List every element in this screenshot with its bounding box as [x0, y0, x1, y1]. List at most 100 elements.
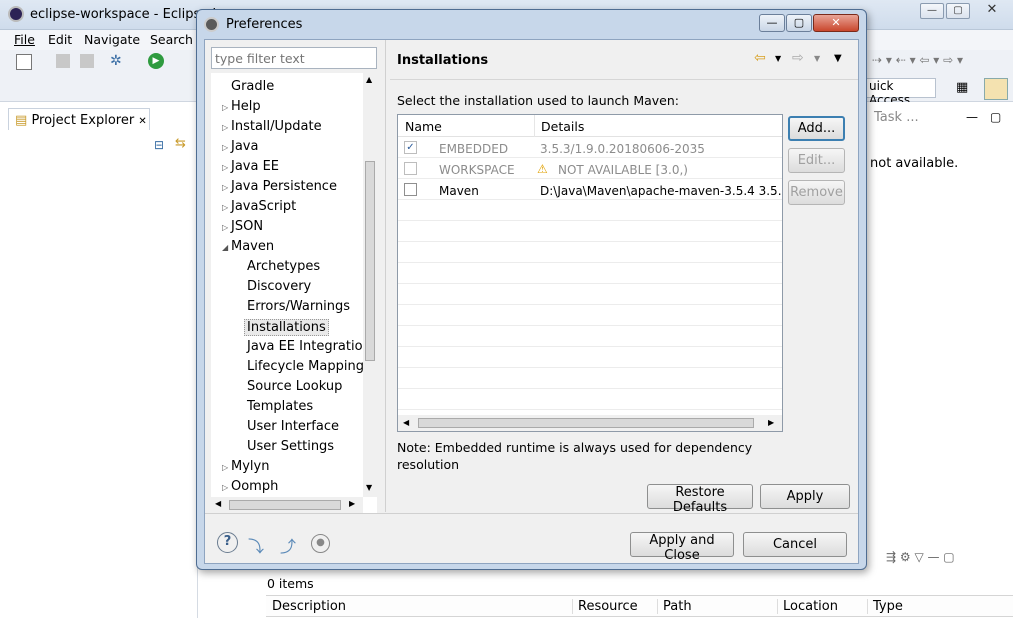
new-icon[interactable] — [16, 54, 32, 70]
row-checkbox[interactable] — [404, 183, 417, 196]
col-name[interactable]: Name — [405, 119, 442, 134]
tree-horizontal-scrollbar[interactable]: ◀ ▶ — [211, 497, 363, 513]
project-explorer-tab[interactable]: ▤ Project Explorer ✕ — [8, 108, 150, 130]
table-row[interactable]: Maven D:\Java\Maven\apache-maven-3.5.4 3.… — [398, 180, 782, 200]
tree-item-errors-warnings[interactable]: Errors/Warnings — [247, 299, 350, 314]
scroll-up-arrow-icon[interactable]: ▲ — [366, 75, 372, 84]
collapsed-arrow-icon[interactable]: ▷ — [222, 163, 228, 172]
import-icon[interactable]: ⤵ — [248, 533, 264, 557]
col-path[interactable]: Path — [657, 599, 692, 614]
scroll-thumb[interactable] — [365, 161, 375, 361]
filter-input[interactable] — [211, 47, 377, 69]
save-icon[interactable] — [56, 54, 70, 68]
view-menu-icon[interactable]: ▼ — [834, 53, 842, 64]
link-editor-icon[interactable]: ⇆ — [175, 136, 186, 151]
tree-item-discovery[interactable]: Discovery — [247, 279, 311, 294]
java-ee-perspective-icon[interactable] — [984, 78, 1008, 100]
perspective-icon[interactable]: ▦ — [956, 80, 968, 95]
bottom-view-toolbar[interactable]: ⇶ ⚙ ▽ — ▢ — [886, 550, 955, 564]
tree-item-user-interface[interactable]: User Interface — [247, 419, 339, 434]
menu-edit[interactable]: Edit — [48, 32, 72, 47]
minimize-button[interactable]: — — [920, 3, 944, 19]
menu-file[interactable]: File — [14, 32, 35, 47]
minimize-view-icon[interactable]: — — [966, 110, 978, 124]
table-row[interactable]: ✓ EMBEDDED 3.5.3/1.9.0.20180606-2035 — [398, 138, 782, 158]
table-horizontal-scrollbar[interactable]: ◀ ▶ — [398, 415, 782, 431]
col-resource[interactable]: Resource — [572, 599, 638, 614]
tree-item-gradle[interactable]: Gradle — [231, 79, 274, 94]
tree-item-java[interactable]: Java — [231, 139, 258, 154]
task-tab[interactable]: Task ... — [874, 110, 919, 125]
collapsed-arrow-icon[interactable]: ▷ — [222, 203, 228, 212]
tree-item-help[interactable]: Help — [231, 99, 261, 114]
close-button[interactable]: ✕ — [980, 3, 1004, 19]
col-details[interactable]: Details — [541, 119, 584, 134]
sash-divider[interactable] — [385, 40, 389, 512]
collapsed-arrow-icon[interactable]: ▷ — [222, 223, 228, 232]
close-tab-icon[interactable]: ✕ — [138, 116, 146, 127]
remove-button[interactable]: Remove — [788, 180, 845, 205]
dialog-close-button[interactable]: ✕ — [813, 14, 859, 32]
tree-item-mylyn[interactable]: Mylyn — [231, 459, 269, 474]
debug-icon[interactable]: ✲ — [110, 53, 122, 69]
dialog-minimize-button[interactable]: — — [759, 14, 785, 32]
row-checkbox[interactable] — [404, 162, 417, 175]
help-icon[interactable]: ? — [217, 532, 238, 553]
tree-item-archetypes[interactable]: Archetypes — [247, 259, 320, 274]
tree-item-user-settings[interactable]: User Settings — [247, 439, 334, 454]
table-scroll-left-icon[interactable]: ◀ — [403, 418, 409, 427]
add-button[interactable]: Add... — [788, 116, 845, 141]
edit-button[interactable]: Edit... — [788, 148, 845, 173]
forward-icon[interactable]: ⇨ — [792, 50, 804, 66]
maximize-button[interactable]: ▢ — [946, 3, 970, 19]
apply-and-close-button[interactable]: Apply and Close — [630, 532, 734, 563]
scroll-down-arrow-icon[interactable]: ▼ — [366, 483, 372, 492]
export-icon[interactable]: ⤴ — [280, 533, 296, 557]
tree-item-lifecycle-mappings[interactable]: Lifecycle Mappings — [247, 359, 371, 374]
save-all-icon[interactable] — [80, 54, 94, 68]
tree-item-templates[interactable]: Templates — [247, 399, 313, 414]
tree-item-javascript[interactable]: JavaScript — [231, 199, 296, 214]
h-scroll-thumb[interactable] — [229, 500, 341, 510]
apply-button[interactable]: Apply — [760, 484, 850, 509]
col-type[interactable]: Type — [867, 599, 903, 614]
col-description[interactable]: Description — [272, 599, 346, 614]
tree-item-java-persistence[interactable]: Java Persistence — [231, 179, 337, 194]
menu-search[interactable]: Search — [150, 32, 193, 47]
dialog-maximize-button[interactable]: ▢ — [786, 14, 812, 32]
forward-menu-icon[interactable]: ▼ — [814, 54, 820, 63]
expanded-arrow-icon[interactable]: ◢ — [222, 243, 228, 252]
collapsed-arrow-icon[interactable]: ▷ — [222, 103, 228, 112]
tree-item-installations[interactable]: Installations — [244, 319, 329, 336]
tree-vertical-scrollbar[interactable]: ▲ ▼ — [363, 73, 377, 497]
back-icon[interactable]: ⇦ — [754, 50, 766, 66]
tree-item-maven[interactable]: Maven — [231, 239, 274, 254]
menu-navigate[interactable]: Navigate — [84, 32, 140, 47]
table-h-scroll-thumb[interactable] — [418, 418, 754, 428]
restore-defaults-button[interactable]: Restore Defaults — [647, 484, 753, 515]
tree-item-java-ee[interactable]: Java EE — [231, 159, 279, 174]
scroll-left-arrow-icon[interactable]: ◀ — [215, 499, 221, 508]
nav-icons[interactable]: ⇢ ▾ ⇠ ▾ ⇦ ▾ ⇨ ▾ — [872, 53, 963, 67]
collapse-all-icon[interactable]: ⊟ — [154, 138, 164, 152]
record-icon[interactable]: ● — [311, 534, 330, 553]
collapsed-arrow-icon[interactable]: ▷ — [222, 123, 228, 132]
back-menu-icon[interactable]: ▼ — [775, 54, 781, 63]
quick-access-field[interactable]: uick Access — [866, 78, 936, 107]
collapsed-arrow-icon[interactable]: ▷ — [222, 463, 228, 472]
cancel-button[interactable]: Cancel — [743, 532, 847, 557]
table-row[interactable]: WORKSPACE ⚠ NOT AVAILABLE [3.0,) — [398, 159, 782, 179]
maximize-view-icon[interactable]: ▢ — [990, 110, 1001, 124]
tree-item-oomph[interactable]: Oomph — [231, 479, 278, 494]
tree-item-source-lookup[interactable]: Source Lookup — [247, 379, 342, 394]
run-icon[interactable]: ▶ — [148, 53, 164, 69]
collapsed-arrow-icon[interactable]: ▷ — [222, 183, 228, 192]
table-scroll-right-icon[interactable]: ▶ — [768, 418, 774, 427]
tree-item-json[interactable]: JSON — [231, 219, 263, 234]
dialog-title-bar[interactable]: Preferences — ▢ ✕ — [197, 10, 866, 38]
col-location[interactable]: Location — [777, 599, 838, 614]
collapsed-arrow-icon[interactable]: ▷ — [222, 143, 228, 152]
tree-item-install-update[interactable]: Install/Update — [231, 119, 322, 134]
collapsed-arrow-icon[interactable]: ▷ — [222, 483, 228, 492]
scroll-right-arrow-icon[interactable]: ▶ — [349, 499, 355, 508]
